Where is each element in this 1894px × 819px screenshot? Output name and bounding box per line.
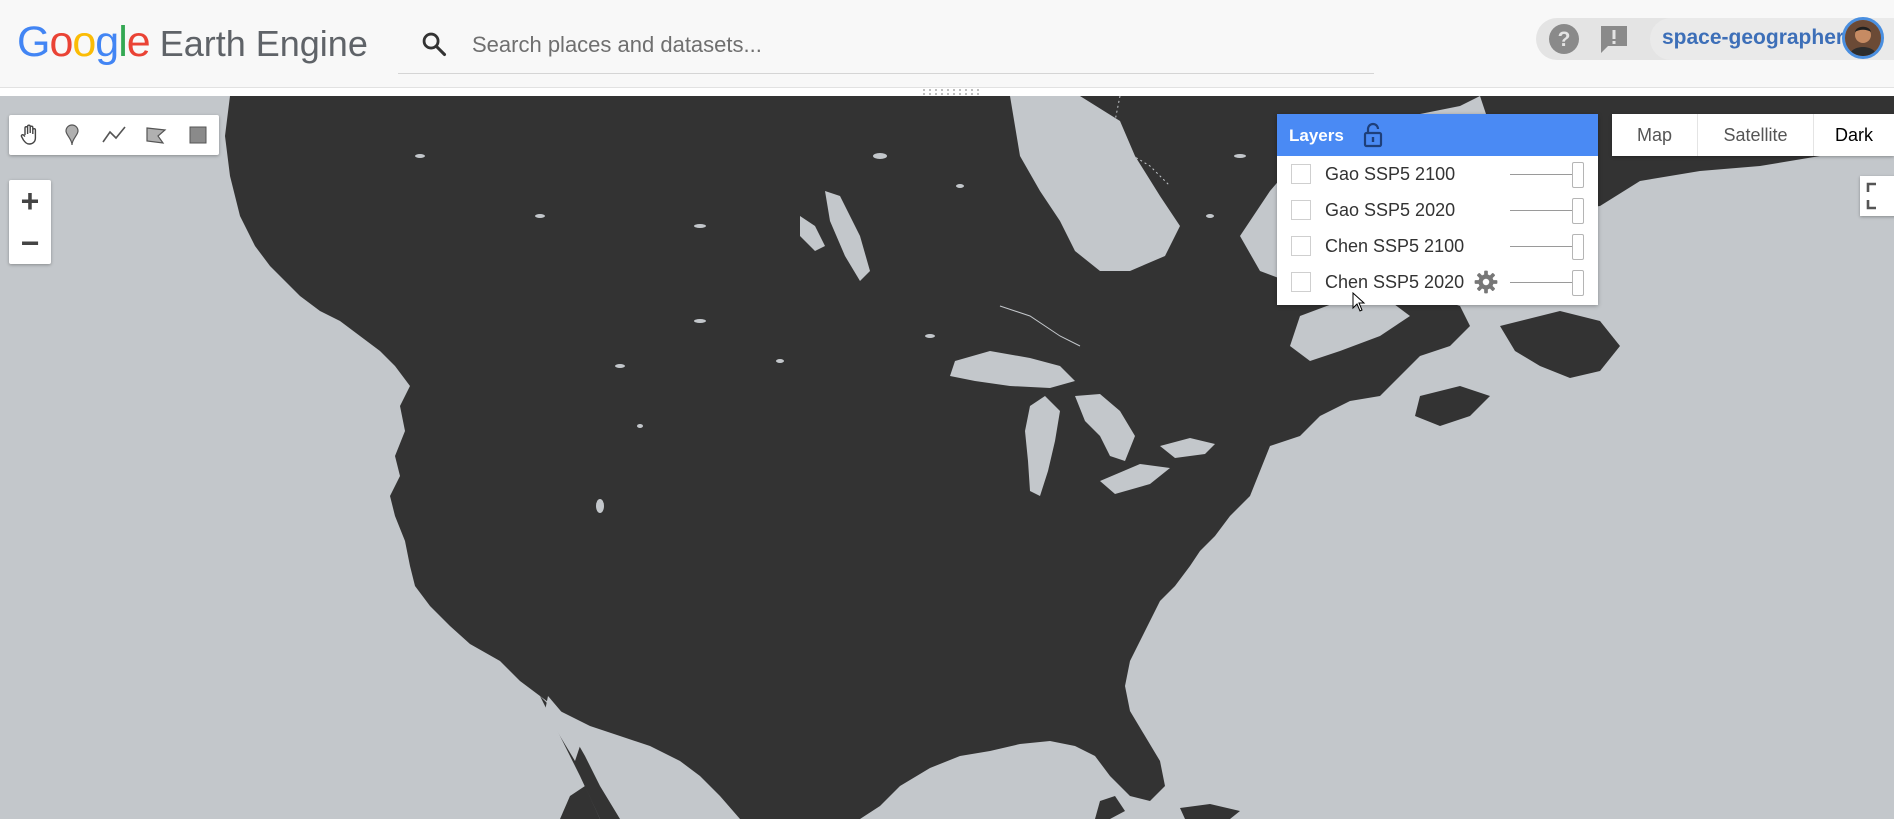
layer-row[interactable]: Gao SSP5 2020 (1277, 192, 1598, 228)
zoom-out-label: − (20, 225, 40, 261)
slider-thumb[interactable] (1572, 198, 1584, 224)
slider-thumb[interactable] (1572, 234, 1584, 260)
layer-opacity-slider[interactable] (1510, 234, 1586, 260)
fullscreen-icon (1866, 182, 1876, 210)
google-earth-engine-logo[interactable]: Google Earth Engine (17, 18, 368, 68)
layer-name[interactable]: Gao SSP5 2020 (1325, 200, 1455, 221)
polygon-icon[interactable] (135, 115, 177, 155)
layer-visibility-checkbox[interactable] (1291, 200, 1311, 220)
layers-header[interactable]: Layers (1277, 114, 1598, 156)
avatar[interactable] (1842, 17, 1884, 59)
avatar-image (1845, 20, 1881, 56)
layer-visibility-checkbox[interactable] (1291, 164, 1311, 184)
logo-letter: o (49, 18, 73, 66)
line-icon[interactable] (93, 115, 135, 155)
logo-letter: o (72, 18, 96, 66)
logo-letter: g (95, 18, 119, 66)
layers-title: Layers (1289, 126, 1344, 145)
layer-name[interactable]: Chen SSP5 2100 (1325, 236, 1464, 257)
layers-panel: Layers Gao SSP5 2100 Gao SSP5 2020 Chen … (1277, 114, 1598, 305)
map-type-dark-button[interactable]: Dark (1814, 114, 1894, 156)
slider-track (1510, 282, 1572, 283)
svg-text:?: ? (1558, 28, 1571, 51)
slider-track (1510, 210, 1572, 211)
logo-letter: G (17, 18, 50, 66)
marker-icon[interactable] (51, 115, 93, 155)
layer-row[interactable]: Gao SSP5 2100 (1277, 156, 1598, 192)
app-header: Google Earth Engine ? space-geographer (0, 0, 1894, 88)
map-type-map-button[interactable]: Map (1612, 114, 1698, 156)
search-input[interactable] (470, 26, 1354, 64)
slider-track (1510, 174, 1572, 175)
help-icon[interactable]: ? (1546, 21, 1582, 57)
unlock-icon[interactable] (1361, 122, 1385, 148)
feedback-icon[interactable] (1596, 21, 1632, 57)
map-type-satellite-button[interactable]: Satellite (1698, 114, 1814, 156)
layer-opacity-slider[interactable] (1510, 198, 1586, 224)
slider-thumb[interactable] (1572, 162, 1584, 188)
gear-icon[interactable] (1473, 269, 1499, 295)
layer-row[interactable]: Chen SSP5 2020 (1277, 264, 1598, 300)
zoom-controls: + − (9, 180, 51, 264)
fullscreen-button[interactable] (1860, 176, 1894, 216)
zoom-in-button[interactable]: + (9, 180, 51, 222)
search-bar[interactable] (398, 12, 1374, 74)
username[interactable]: space-geographer (1662, 26, 1844, 50)
slider-track (1510, 246, 1572, 247)
layer-visibility-checkbox[interactable] (1291, 272, 1311, 292)
layer-visibility-checkbox[interactable] (1291, 236, 1311, 256)
logo-letter: l (118, 18, 128, 66)
layer-name[interactable]: Chen SSP5 2020 (1325, 272, 1464, 293)
layer-opacity-slider[interactable] (1510, 270, 1586, 296)
layer-name[interactable]: Gao SSP5 2100 (1325, 164, 1455, 185)
zoom-out-button[interactable]: − (9, 222, 51, 264)
zoom-in-label: + (20, 183, 40, 219)
mouse-cursor-icon (1352, 292, 1366, 312)
map-type-control: Map Satellite Dark (1612, 114, 1894, 156)
logo-letter: e (126, 18, 151, 66)
layer-opacity-slider[interactable] (1510, 162, 1586, 188)
map-canvas[interactable] (0, 96, 1894, 819)
north-america-landmass[interactable] (0, 96, 1894, 819)
drawing-tools-bar (9, 115, 219, 155)
pan-hand-icon[interactable] (9, 115, 51, 155)
layer-row[interactable]: Chen SSP5 2100 (1277, 228, 1598, 264)
slider-thumb[interactable] (1572, 270, 1584, 296)
panel-resize-handle[interactable] (920, 88, 984, 96)
logo-product-name: Earth Engine (159, 23, 368, 64)
rectangle-icon[interactable] (177, 115, 219, 155)
search-icon[interactable] (420, 30, 448, 58)
